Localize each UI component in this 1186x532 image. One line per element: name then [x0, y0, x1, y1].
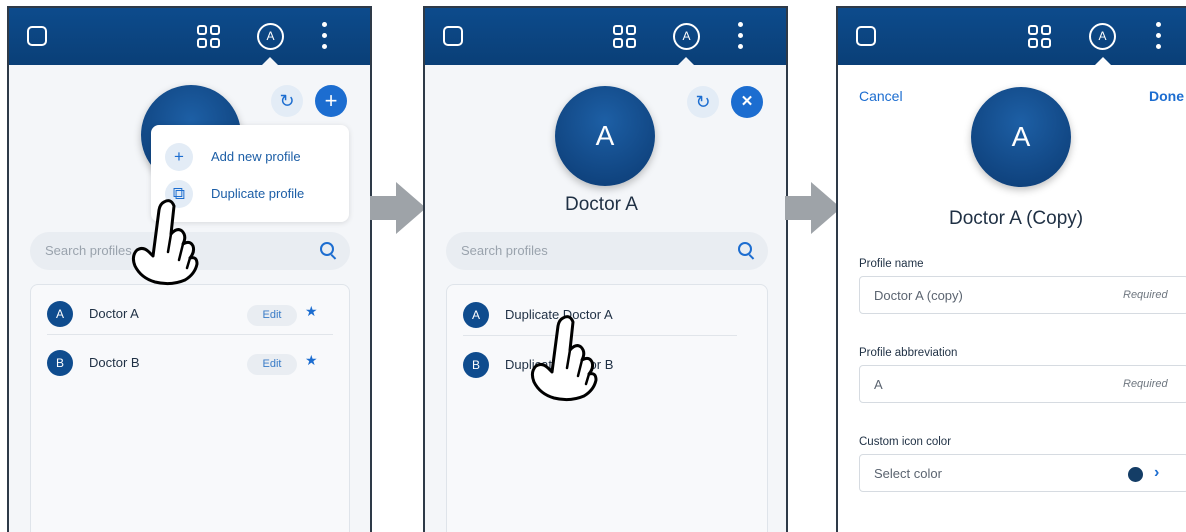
- search-profiles-input[interactable]: Search profiles: [446, 232, 768, 270]
- more-options-icon[interactable]: [322, 22, 328, 50]
- profile-letter-avatar: B: [47, 350, 73, 376]
- list-item[interactable]: B Doctor B Edit ★: [47, 340, 333, 384]
- step-arrow-icon: [370, 182, 426, 234]
- window-icon[interactable]: [856, 26, 876, 46]
- step-1-profile-list-panel: A A ↻ + + Add new profile ⧉ Duplicate pr…: [7, 6, 372, 532]
- apps-grid-icon[interactable]: [613, 25, 637, 49]
- menu-pointer: [677, 57, 695, 66]
- refresh-button[interactable]: ↻: [271, 85, 303, 117]
- step-2-duplicate-select-panel: A A ↻ ✕ Doctor A Search profiles A Dupli…: [423, 6, 788, 532]
- profile-name-field[interactable]: Doctor A (copy) Required: [859, 276, 1186, 314]
- top-app-bar: A: [9, 8, 370, 66]
- edit-button[interactable]: Edit: [247, 354, 297, 375]
- star-icon[interactable]: ★: [305, 352, 318, 369]
- profile-letter-avatar: A: [463, 302, 489, 328]
- required-hint: Required: [1123, 289, 1168, 301]
- current-profile-avatar: A: [555, 86, 655, 186]
- add-new-profile-item[interactable]: + Add new profile: [165, 143, 340, 171]
- profile-abbreviation-field[interactable]: A Required: [859, 365, 1186, 403]
- select-color-value: Select color: [874, 466, 942, 481]
- duplicate-profile-list: A Duplicate Doctor A B Duplicate Doctor …: [446, 284, 768, 532]
- profile-list: A Doctor A Edit ★ B Doctor B Edit ★: [30, 284, 350, 532]
- apps-grid-icon[interactable]: [1028, 25, 1052, 49]
- window-icon[interactable]: [443, 26, 463, 46]
- done-button[interactable]: Done: [1149, 88, 1184, 104]
- profile-avatar-button[interactable]: A: [1089, 23, 1116, 50]
- close-button[interactable]: ✕: [731, 86, 763, 118]
- profile-avatar-button[interactable]: A: [673, 23, 700, 50]
- pointing-hand-icon: [530, 315, 598, 402]
- profile-name-label: Profile name: [859, 258, 924, 270]
- star-icon[interactable]: ★: [305, 303, 318, 320]
- profile-letter-avatar: A: [47, 301, 73, 327]
- profile-title: Doctor A (Copy): [949, 208, 1084, 229]
- more-options-icon[interactable]: [1156, 22, 1162, 50]
- duplicate-profile-label: Duplicate profile: [211, 186, 305, 201]
- profile-name: Doctor A: [89, 306, 139, 321]
- pointing-hand-icon: [131, 199, 199, 286]
- search-placeholder: Search profiles: [461, 243, 548, 258]
- menu-pointer: [261, 57, 279, 66]
- profile-abbreviation-value: A: [874, 377, 883, 392]
- profile-letter-avatar: B: [463, 352, 489, 378]
- step-arrow-icon: [785, 182, 841, 234]
- required-hint: Required: [1123, 378, 1168, 390]
- top-app-bar: A: [425, 8, 786, 66]
- window-icon[interactable]: [27, 26, 47, 46]
- select-color-field[interactable]: Select color ›: [859, 454, 1186, 492]
- profile-avatar-preview: A: [971, 87, 1071, 187]
- list-item[interactable]: A Doctor A Edit ★: [47, 291, 333, 335]
- search-icon[interactable]: [320, 242, 334, 256]
- step-3-edit-profile-panel: A Cancel Done A Doctor A (Copy) Profile …: [836, 6, 1186, 532]
- plus-icon: +: [165, 143, 193, 171]
- profile-name-value: Doctor A (copy): [874, 288, 963, 303]
- list-item[interactable]: B Duplicate Doctor B: [463, 342, 751, 386]
- edit-button[interactable]: Edit: [247, 305, 297, 326]
- profile-abbreviation-label: Profile abbreviation: [859, 347, 958, 359]
- menu-pointer: [1094, 57, 1112, 66]
- search-icon[interactable]: [738, 242, 752, 256]
- profile-name: Doctor B: [89, 355, 140, 370]
- profile-name-heading: Doctor A: [565, 194, 638, 215]
- cancel-button[interactable]: Cancel: [859, 88, 903, 104]
- more-options-icon[interactable]: [738, 22, 744, 50]
- color-swatch: [1128, 467, 1143, 482]
- custom-icon-color-label: Custom icon color: [859, 436, 952, 448]
- top-app-bar: A: [838, 8, 1186, 66]
- refresh-button[interactable]: ↻: [687, 86, 719, 118]
- add-new-profile-label: Add new profile: [211, 149, 301, 164]
- profile-avatar-button[interactable]: A: [257, 23, 284, 50]
- add-button[interactable]: +: [315, 85, 347, 117]
- chevron-right-icon[interactable]: ›: [1154, 464, 1159, 482]
- apps-grid-icon[interactable]: [197, 25, 221, 49]
